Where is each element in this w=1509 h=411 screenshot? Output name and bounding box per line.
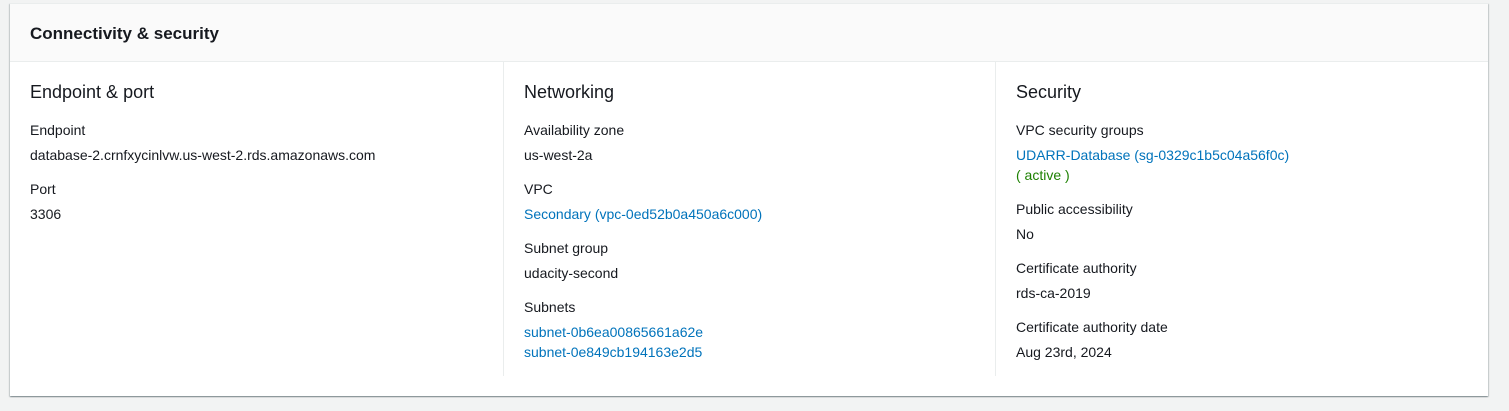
public-accessibility-field: Public accessibility No <box>1016 199 1467 244</box>
certificate-authority-label: Certificate authority <box>1016 260 1137 276</box>
vpc-field: VPC Secondary (vpc-0ed52b0a450a6c000) <box>524 179 995 224</box>
security-groups-field: VPC security groups UDARR-Database (sg-0… <box>1016 120 1467 185</box>
subnet-group-value: udacity-second <box>524 265 619 281</box>
endpoint-value: database-2.crnfxycinlvw.us-west-2.rds.am… <box>30 147 376 163</box>
security-group-link[interactable]: UDARR-Database (sg-0329c1b5c04a56f0c) <box>1016 145 1467 165</box>
public-accessibility-value: No <box>1016 226 1034 242</box>
subnet-link[interactable]: subnet-0e849cb194163e2d5 <box>524 342 995 362</box>
endpoint-port-list: Endpoint database-2.crnfxycinlvw.us-west… <box>30 120 502 224</box>
subnet-group-label: Subnet group <box>524 240 609 256</box>
vpc-link[interactable]: Secondary (vpc-0ed52b0a450a6c000) <box>524 204 995 224</box>
security-groups-link-group: UDARR-Database (sg-0329c1b5c04a56f0c) ( … <box>1016 145 1467 185</box>
panel-title: Connectivity & security <box>30 23 219 43</box>
security-title: Security <box>1016 82 1082 102</box>
panel-columns: Endpoint & port Endpoint database-2.crnf… <box>10 62 1488 396</box>
subnets-label: Subnets <box>524 299 576 315</box>
vpc-label: VPC <box>524 181 553 197</box>
port-value: 3306 <box>30 206 62 222</box>
availability-zone-value: us-west-2a <box>524 147 593 163</box>
certificate-authority-date-field: Certificate authority date Aug 23rd, 202… <box>1016 317 1467 362</box>
certificate-authority-date-label: Certificate authority date <box>1016 319 1168 335</box>
networking-list: Availability zone us-west-2a VPC Seconda… <box>524 120 995 362</box>
availability-zone-label: Availability zone <box>524 122 625 138</box>
security-groups-label: VPC security groups <box>1016 122 1144 138</box>
public-accessibility-label: Public accessibility <box>1016 201 1133 217</box>
endpoint-label: Endpoint <box>30 122 86 138</box>
subnet-group-field: Subnet group udacity-second <box>524 238 995 283</box>
networking-column: Networking Availability zone us-west-2a … <box>503 62 995 376</box>
panel-header: Connectivity & security <box>10 4 1488 62</box>
security-group-status: ( active ) <box>1016 167 1070 183</box>
port-label: Port <box>30 181 56 197</box>
certificate-authority-value: rds-ca-2019 <box>1016 285 1091 301</box>
certificate-authority-field: Certificate authority rds-ca-2019 <box>1016 258 1467 303</box>
endpoint-port-title: Endpoint & port <box>30 82 155 102</box>
connectivity-security-panel: Connectivity & security Endpoint & port … <box>10 3 1488 396</box>
certificate-authority-date-value: Aug 23rd, 2024 <box>1016 344 1112 360</box>
subnet-link[interactable]: subnet-0b6ea00865661a62e <box>524 322 995 342</box>
subnets-field: Subnets subnet-0b6ea00865661a62e subnet-… <box>524 297 995 362</box>
security-list: VPC security groups UDARR-Database (sg-0… <box>1016 120 1467 362</box>
security-column: Security VPC security groups UDARR-Datab… <box>995 62 1467 376</box>
availability-zone-field: Availability zone us-west-2a <box>524 120 995 165</box>
subnets-link-group: subnet-0b6ea00865661a62e subnet-0e849cb1… <box>524 322 995 362</box>
endpoint-port-column: Endpoint & port Endpoint database-2.crnf… <box>30 62 502 396</box>
endpoint-field: Endpoint database-2.crnfxycinlvw.us-west… <box>30 120 502 165</box>
vpc-link-group: Secondary (vpc-0ed52b0a450a6c000) <box>524 204 995 224</box>
port-field: Port 3306 <box>30 179 502 224</box>
networking-title: Networking <box>524 82 615 102</box>
